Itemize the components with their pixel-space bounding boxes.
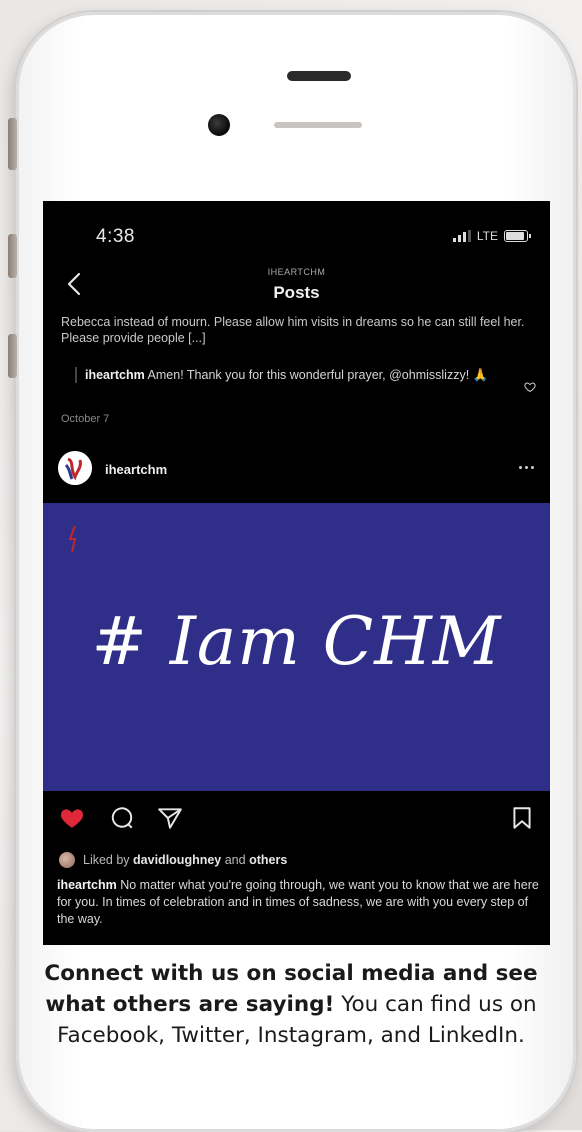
page-title: Posts bbox=[273, 283, 320, 302]
nav-bar: IHEARTCHM Posts bbox=[43, 261, 550, 311]
status-indicators: LTE bbox=[452, 229, 531, 243]
proximity-sensor bbox=[274, 122, 362, 128]
post-image[interactable]: # Iam CHM bbox=[43, 503, 550, 791]
lightning-mark-icon bbox=[68, 525, 77, 553]
earpiece-speaker bbox=[287, 71, 351, 81]
reply-comment: iheartchm Amen! Thank you for this wonde… bbox=[75, 367, 515, 383]
battery-icon bbox=[504, 230, 531, 242]
reply-text: Amen! Thank you for this wonderful praye… bbox=[147, 368, 489, 382]
post-caption: iheartchm No matter what you're going th… bbox=[57, 877, 539, 928]
comment-date: October 7 bbox=[61, 413, 110, 425]
post-actions bbox=[43, 797, 550, 841]
liked-by-and: and bbox=[224, 853, 246, 867]
status-time: 4:38 bbox=[96, 226, 135, 247]
post-image-text: # Iam CHM bbox=[91, 603, 502, 680]
volume-up-button bbox=[8, 234, 17, 278]
silent-switch bbox=[8, 118, 17, 170]
caption-text: No matter what you're going through, we … bbox=[57, 878, 539, 926]
avatar[interactable] bbox=[58, 451, 92, 485]
comment-like-heart-icon[interactable] bbox=[524, 381, 536, 393]
reply-username[interactable]: iheartchm bbox=[85, 368, 145, 382]
liked-by-others[interactable]: others bbox=[249, 853, 287, 867]
bookmark-icon[interactable] bbox=[509, 805, 535, 831]
phone-screen: 4:38 LTE IHEARTCHM Posts Rebecca instead… bbox=[43, 201, 550, 945]
avatar-logo-icon bbox=[58, 451, 92, 485]
liked-by: Liked by davidloughney and others bbox=[59, 849, 287, 871]
status-bar: 4:38 LTE bbox=[43, 201, 550, 261]
comment-icon[interactable] bbox=[109, 805, 135, 831]
liked-avatar bbox=[59, 852, 75, 868]
liked-by-user[interactable]: davidloughney bbox=[133, 853, 221, 867]
more-icon[interactable] bbox=[519, 466, 534, 469]
previous-comment: Rebecca instead of mourn. Please allow h… bbox=[61, 315, 525, 345]
liked-by-prefix: Liked by bbox=[83, 853, 130, 867]
nav-account-label: IHEARTCHM bbox=[267, 267, 326, 277]
call-to-action: Connect with us on social media and see … bbox=[40, 958, 542, 1051]
post-username[interactable]: iheartchm bbox=[105, 462, 167, 477]
caption-username[interactable]: iheartchm bbox=[57, 878, 117, 892]
volume-down-button bbox=[8, 334, 17, 378]
signal-icon bbox=[452, 230, 471, 242]
post-header: iheartchm bbox=[43, 446, 550, 501]
network-label: LTE bbox=[476, 229, 498, 243]
front-camera bbox=[208, 114, 230, 136]
share-icon[interactable] bbox=[157, 805, 183, 831]
heart-icon[interactable] bbox=[59, 805, 85, 831]
